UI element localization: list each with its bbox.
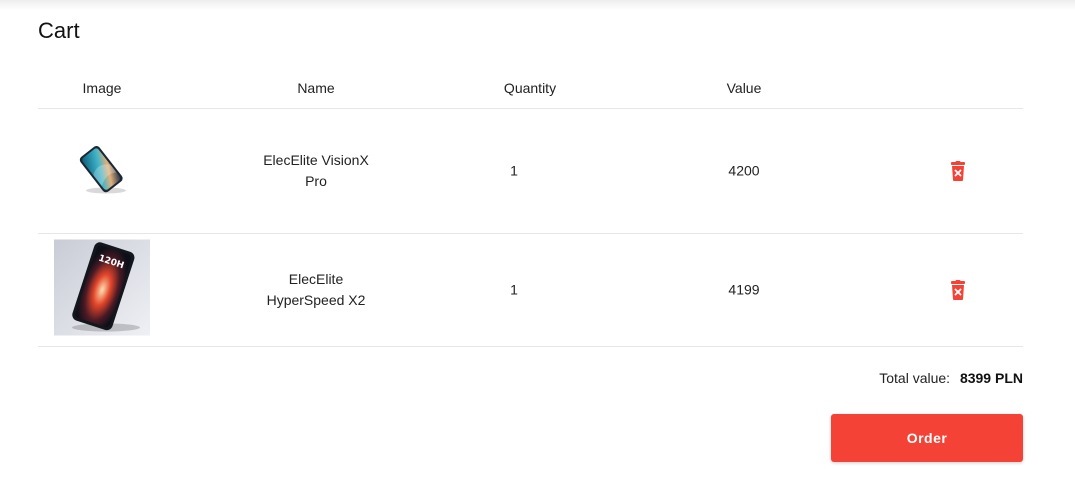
product-name: ElecElite VisionX Pro [263,152,369,189]
total-value-amount: 8399 PLN [959,370,1023,386]
column-header-name: Name [297,80,335,96]
product-value: 4199 [728,281,760,298]
table-header: Image Name Quantity Value [38,66,1023,109]
delete-item-button[interactable] [949,280,967,300]
table-row: ElecElite VisionX Pro 1 4200 [38,109,1023,234]
total-value-label: Total value: [879,370,951,386]
column-header-value: Value [726,80,762,96]
total-value: Total value: 8399 PLN [879,370,1023,386]
cart-table: Image Name Quantity Value ElecElite Visi… [38,66,1023,347]
delete-item-button[interactable] [949,161,967,181]
product-quantity: 1 [510,162,518,179]
product-name: ElecElite HyperSpeed X2 [266,271,366,308]
product-image[interactable]: 120H [54,239,150,341]
page-title: Cart [38,18,80,43]
column-header-quantity: Quantity [503,80,557,96]
product-value: 4200 [728,162,760,179]
trash-icon [951,161,965,181]
table-row: 120H ElecElite HyperSpeed X2 1 4199 [38,234,1023,347]
product-image[interactable] [72,141,132,202]
trash-icon [951,280,965,300]
phone-image-icon: 120H [54,239,150,336]
order-button[interactable]: Order [831,414,1023,462]
product-quantity: 1 [510,281,518,298]
phone-image-icon [79,146,126,194]
cart-page: Cart Image Name Quantity Value ElecElite… [38,0,1023,487]
column-header-image: Image [82,80,122,96]
